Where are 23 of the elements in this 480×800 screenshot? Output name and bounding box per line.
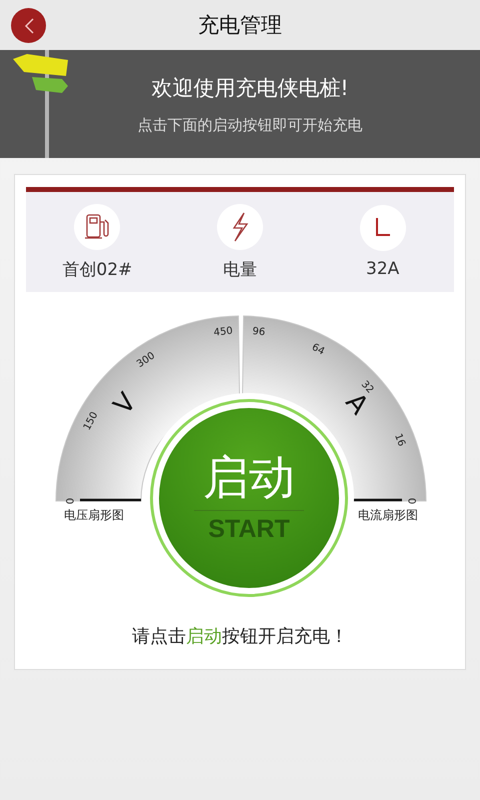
- clock-hands-icon: [374, 217, 392, 239]
- info-label: 电量: [222, 258, 257, 280]
- gauge-tick-label: 32: [358, 379, 376, 396]
- info-label: 32A: [366, 259, 400, 279]
- page-title: 充电管理: [197, 12, 283, 39]
- welcome-subtitle: 点击下面的启动按钮即可开始充电: [138, 116, 362, 134]
- back-icon: [24, 18, 34, 34]
- start-hint: 请点击启动按钮开启充电！: [131, 625, 349, 648]
- back-button[interactable]: [11, 8, 46, 43]
- fuel-pump-icon: [84, 212, 110, 240]
- gauge-caption: 电流扇形图: [358, 508, 418, 522]
- gauge-unit: V: [108, 388, 143, 420]
- gauge-tick-label: 300: [135, 350, 158, 370]
- gauge-caption: 电压扇形图: [64, 508, 124, 522]
- info-label: 首创02#: [62, 258, 132, 280]
- gauge-tick-label: 0: [66, 498, 77, 504]
- gauge-tick-label: 0: [405, 498, 416, 504]
- gauge-tick-label: 16: [392, 432, 407, 448]
- gauge-tick-label: 150: [82, 410, 100, 432]
- gauge-tick-label: 64: [310, 342, 326, 358]
- gauge-tick-label: 96: [252, 326, 266, 338]
- gauge-tick-label: 450: [213, 326, 234, 339]
- welcome-title: 欢迎使用充电侠电桩!: [151, 74, 349, 102]
